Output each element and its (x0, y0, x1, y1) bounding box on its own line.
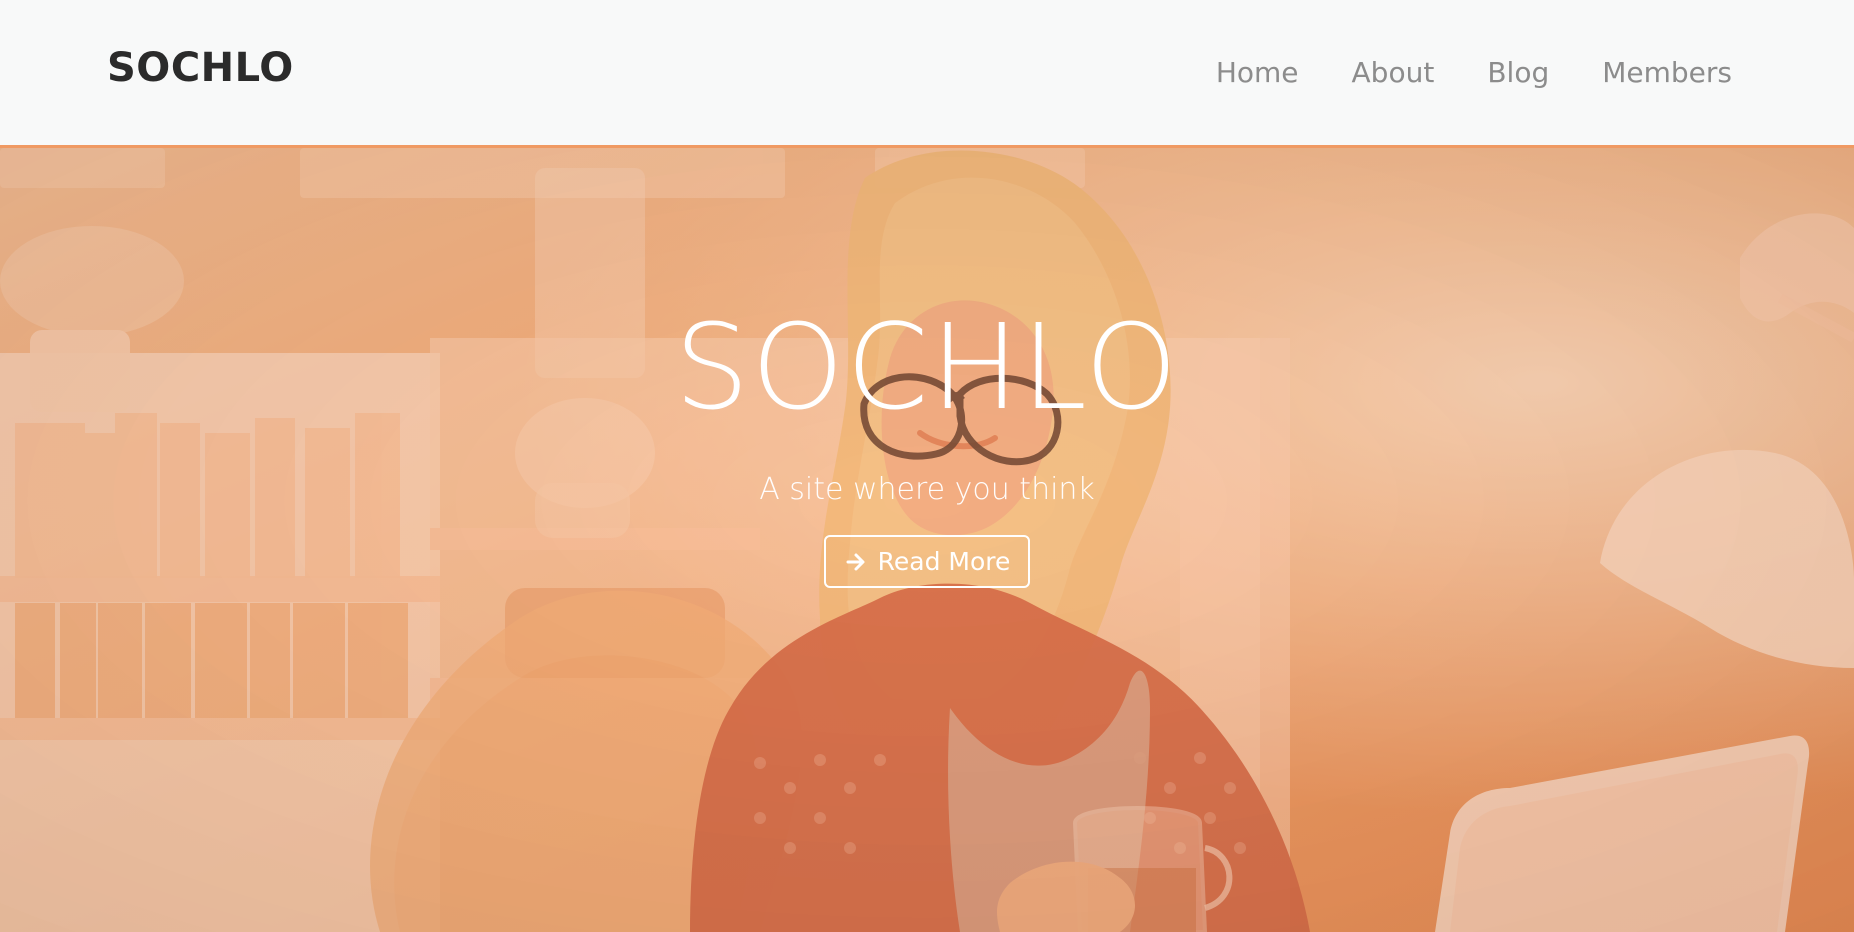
hero-section: SOCHLO A site where you think Read More (0, 148, 1854, 932)
hero-title: SOCHLO (674, 298, 1180, 436)
top-navbar: SOCHLO Home About Blog Members (0, 0, 1854, 148)
hero-subtitle: A site where you think (759, 472, 1095, 507)
nav-home-link[interactable]: Home (1216, 56, 1299, 89)
nav-members-link[interactable]: Members (1602, 56, 1732, 89)
read-more-button[interactable]: Read More (823, 535, 1031, 588)
nav-about-link[interactable]: About (1352, 56, 1435, 89)
arrow-right-icon (844, 550, 868, 574)
main-nav: Home About Blog Members (1216, 56, 1732, 89)
hero-content: SOCHLO A site where you think Read More (0, 308, 1854, 588)
nav-blog-link[interactable]: Blog (1487, 56, 1549, 89)
read-more-label: Read More (877, 547, 1011, 576)
brand-logo[interactable]: SOCHLO (107, 45, 294, 91)
